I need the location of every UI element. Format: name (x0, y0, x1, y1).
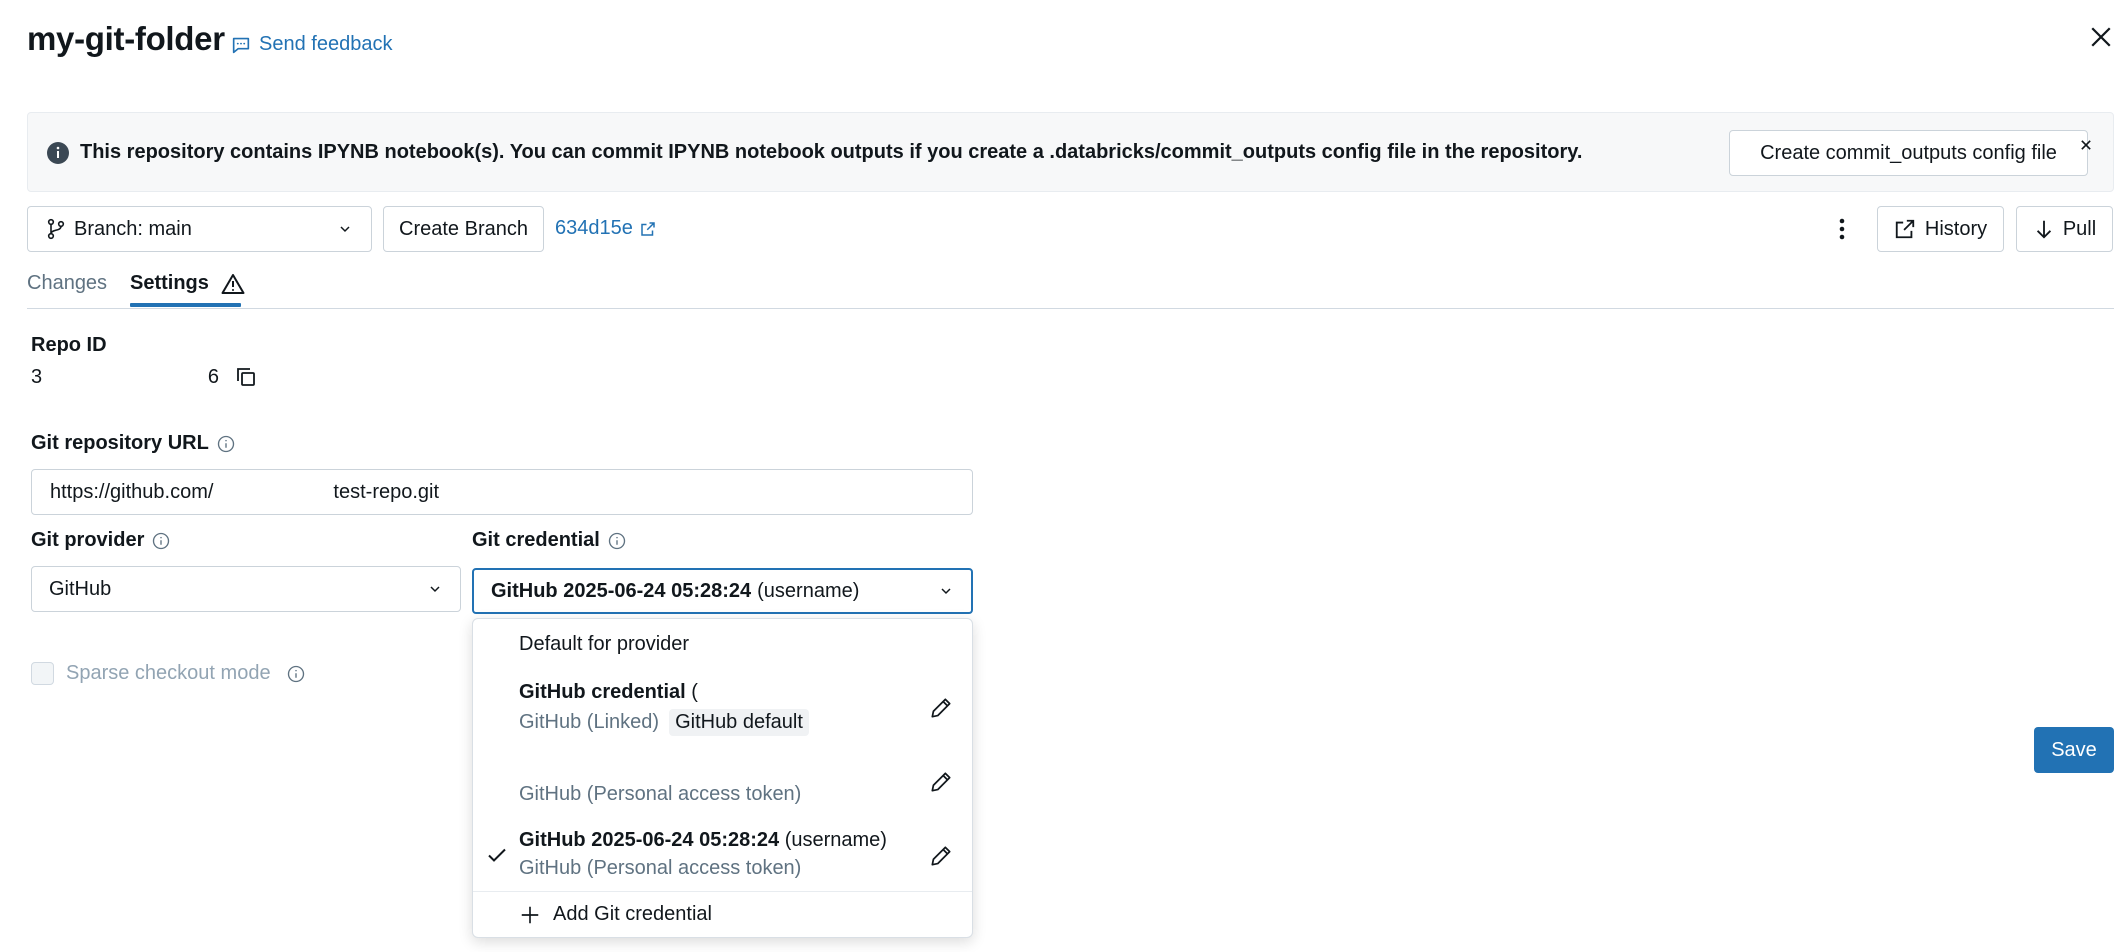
option-subtitle: GitHub (Personal access token) (519, 783, 801, 806)
dropdown-option-default[interactable]: Default for provider (473, 619, 972, 671)
send-feedback-label: Send feedback (259, 33, 392, 56)
git-url-part1: https://github.com/ (50, 481, 213, 504)
add-git-credential-button[interactable]: Add Git credential (519, 903, 712, 926)
repo-id-value: 3 6 (31, 366, 219, 389)
option-title: Default for provider (519, 633, 689, 656)
git-url-label: Git repository URL (31, 432, 235, 455)
repo-id-end: 6 (208, 366, 219, 389)
info-filled-icon (46, 141, 70, 165)
create-config-button[interactable]: Create commit_outputs config file (1729, 130, 2088, 176)
plus-icon (519, 904, 541, 926)
default-badge: GitHub default (669, 709, 809, 736)
dismiss-banner-icon[interactable] (2076, 135, 2096, 155)
git-credential-label-text: Git credential (472, 529, 600, 552)
pencil-icon[interactable] (928, 843, 954, 869)
repo-id-start: 3 (31, 366, 42, 389)
git-credential-value-bold: GitHub 2025-06-24 05:28:24 (491, 580, 751, 603)
external-link-icon (639, 220, 657, 238)
option-subtitle: GitHub (Personal access token) (519, 857, 801, 880)
info-icon[interactable] (287, 665, 305, 683)
copy-icon[interactable] (234, 365, 258, 389)
sparse-checkout-checkbox[interactable] (31, 662, 54, 685)
chevron-down-icon (337, 221, 353, 237)
git-url-label-text: Git repository URL (31, 432, 209, 455)
git-credential-dropdown: Default for provider GitHub credential (… (472, 618, 973, 938)
pencil-icon[interactable] (928, 769, 954, 795)
tab-settings[interactable]: Settings (130, 272, 245, 295)
pencil-icon[interactable] (928, 695, 954, 721)
git-provider-label: Git provider (31, 529, 170, 552)
option-subtitle: GitHub (Linked) GitHub default (519, 709, 809, 736)
banner-message: This repository contains IPYNB notebook(… (80, 141, 1582, 164)
warning-icon (221, 273, 245, 295)
option-title: GitHub credential ( (519, 681, 698, 704)
dropdown-divider (473, 891, 972, 892)
chevron-down-icon (427, 581, 443, 597)
git-credential-value-rest: (username) (757, 580, 859, 603)
pull-button[interactable]: Pull (2016, 206, 2113, 252)
branch-label: Branch: main (74, 218, 192, 241)
dropdown-option-pat-credential[interactable]: GitHub (Personal access token) (473, 745, 972, 819)
git-credential-label: Git credential (472, 529, 626, 552)
tab-changes[interactable]: Changes (27, 272, 107, 295)
repo-id-label-text: Repo ID (31, 334, 107, 357)
tabs-divider (27, 308, 2114, 309)
tab-settings-label: Settings (130, 272, 209, 295)
git-credential-select[interactable]: GitHub 2025-06-24 05:28:24 (username) (472, 568, 973, 614)
commit-hash: 634d15e (555, 217, 633, 240)
sparse-checkout-label: Sparse checkout mode (66, 662, 271, 685)
info-icon[interactable] (608, 532, 626, 550)
git-provider-label-text: Git provider (31, 529, 144, 552)
more-options-icon[interactable] (1830, 215, 1854, 243)
option-title-bold: GitHub credential (519, 681, 686, 703)
info-icon[interactable] (152, 532, 170, 550)
page-title: my-git-folder (27, 20, 225, 58)
close-icon[interactable] (2086, 22, 2116, 52)
option-title-bold: GitHub 2025-06-24 05:28:24 (519, 829, 779, 851)
option-title: GitHub 2025-06-24 05:28:24 (username) (519, 829, 887, 852)
option-title-rest: ( (691, 681, 698, 703)
history-label: History (1925, 218, 1987, 241)
option-title-rest: (username) (785, 829, 887, 851)
create-branch-button[interactable]: Create Branch (383, 206, 544, 252)
dropdown-option-selected-credential[interactable]: GitHub 2025-06-24 05:28:24 (username) Gi… (473, 819, 972, 891)
add-git-credential-label: Add Git credential (553, 903, 712, 926)
repo-id-label: Repo ID (31, 334, 107, 357)
save-button[interactable]: Save (2034, 727, 2114, 773)
commit-hash-link[interactable]: 634d15e (555, 217, 657, 240)
chevron-down-icon (938, 583, 954, 599)
external-link-icon (1894, 218, 1916, 240)
sparse-checkout-option: Sparse checkout mode (31, 662, 305, 685)
option-subtitle-text: GitHub (Linked) (519, 711, 659, 734)
info-icon[interactable] (217, 435, 235, 453)
send-feedback-link[interactable]: Send feedback (230, 33, 392, 56)
active-tab-indicator (130, 303, 241, 307)
git-provider-select[interactable]: GitHub (31, 566, 461, 612)
dropdown-option-github-credential[interactable]: GitHub credential ( GitHub (Linked) GitH… (473, 671, 972, 745)
arrow-down-icon (2033, 218, 2055, 240)
history-button[interactable]: History (1877, 206, 2004, 252)
pull-label: Pull (2063, 218, 2096, 241)
git-branch-icon (46, 218, 66, 240)
chat-bubble-icon (230, 34, 252, 56)
branch-select[interactable]: Branch: main (27, 206, 372, 252)
git-url-input[interactable]: https://github.com/ test-repo.git (31, 469, 973, 515)
commit-outputs-banner: This repository contains IPYNB notebook(… (27, 112, 2114, 192)
git-url-part2: test-repo.git (333, 481, 439, 504)
git-provider-value: GitHub (49, 578, 111, 601)
checkmark-icon (485, 843, 509, 867)
